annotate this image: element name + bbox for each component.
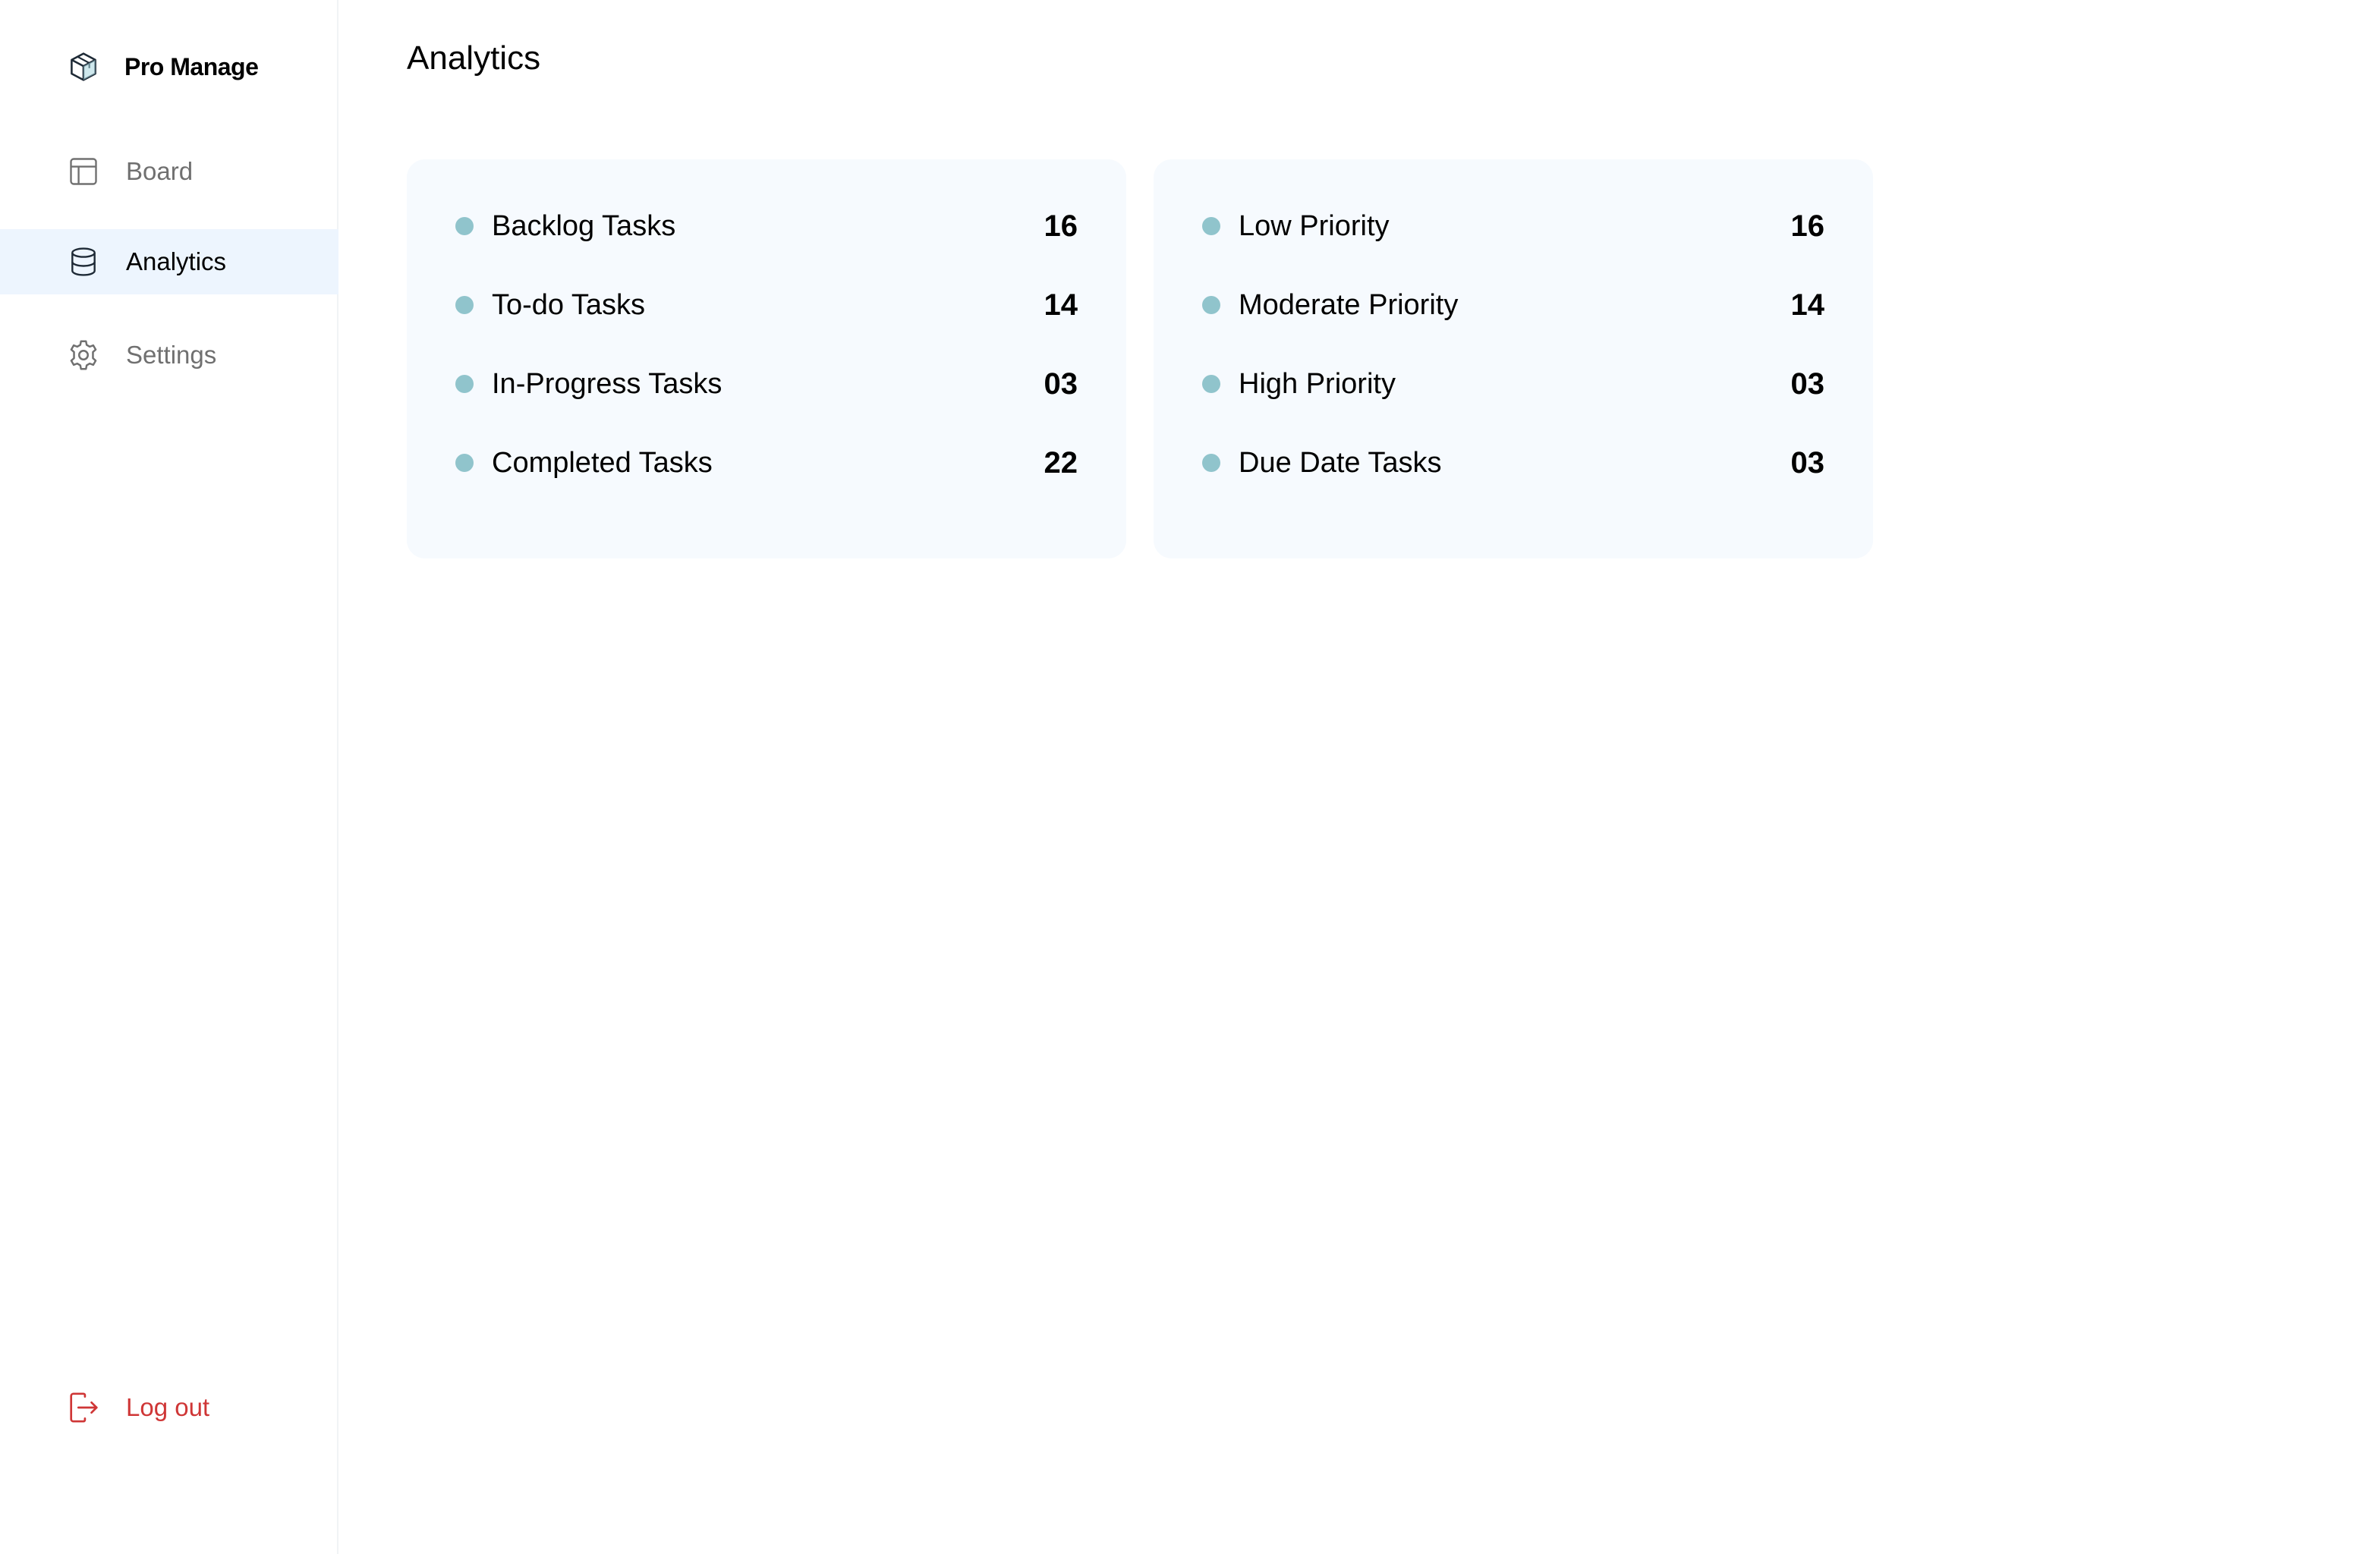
stat-value: 03 [1790,366,1825,401]
cube-icon [65,49,102,85]
logout-icon [65,1389,102,1426]
stat-row-completed: Completed Tasks 22 [455,440,1078,486]
logout-label: Log out [126,1393,210,1421]
bullet-dot [1202,454,1220,472]
sidebar-item-board[interactable]: Board [0,139,338,204]
stat-label: Moderate Priority [1239,288,1459,321]
priority-stats-card: Low Priority 16 Moderate Priority 14 Hig… [1154,159,1873,558]
stat-label: High Priority [1239,367,1396,400]
stat-label: Backlog Tasks [492,209,676,242]
stat-row-due-date: Due Date Tasks 03 [1202,440,1824,486]
stat-value: 22 [1044,445,1078,480]
sidebar-item-analytics[interactable]: Analytics [0,229,338,294]
brand: Pro Manage [65,47,259,87]
stat-value: 03 [1044,366,1078,401]
sidebar-item-settings[interactable]: Settings [0,322,338,388]
stat-value: 14 [1044,288,1078,322]
bullet-dot [1202,296,1220,314]
sidebar-item-label: Settings [126,341,217,369]
stat-row-moderate-priority: Moderate Priority 14 [1202,282,1824,328]
stat-row-in-progress: In-Progress Tasks 03 [455,361,1078,407]
brand-name: Pro Manage [124,52,259,80]
stat-row-backlog: Backlog Tasks 16 [455,203,1078,249]
stat-row-low-priority: Low Priority 16 [1202,203,1824,249]
page-title: Analytics [407,39,541,77]
bullet-dot [1202,217,1220,235]
stat-value: 16 [1044,209,1078,243]
bullet-dot [455,375,474,393]
bullet-dot [455,217,474,235]
sidebar-item-label: Board [126,157,194,185]
stat-label: In-Progress Tasks [492,367,722,400]
layout-icon [65,153,102,190]
stat-value: 03 [1790,445,1825,480]
sidebar: Pro Manage Board Analytics Settings Log … [0,0,338,1554]
stat-value: 14 [1790,288,1825,322]
app-root: Pro Manage Board Analytics Settings Log … [0,0,2380,1554]
database-icon [65,244,102,280]
bullet-dot [455,296,474,314]
sidebar-item-label: Analytics [126,247,227,275]
stat-row-todo: To-do Tasks 14 [455,282,1078,328]
gear-icon [65,337,102,373]
stat-label: To-do Tasks [492,288,646,321]
bullet-dot [1202,375,1220,393]
stat-label: Due Date Tasks [1239,446,1442,479]
stat-row-high-priority: High Priority 03 [1202,361,1824,407]
status-stats-card: Backlog Tasks 16 To-do Tasks 14 In-Progr… [407,159,1126,558]
logout-button[interactable]: Log out [0,1375,338,1440]
stat-label: Low Priority [1239,209,1390,242]
stat-value: 16 [1790,209,1825,243]
stat-label: Completed Tasks [492,446,713,479]
bullet-dot [455,454,474,472]
